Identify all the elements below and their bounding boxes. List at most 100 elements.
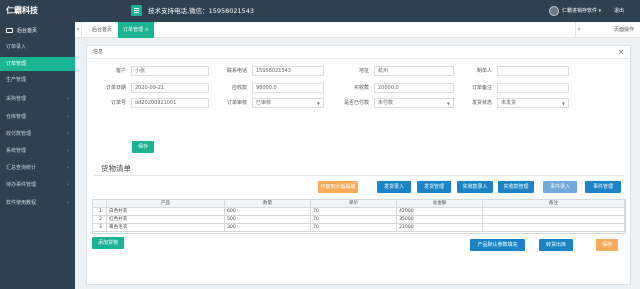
total-cell[interactable]: 21000 [397, 224, 483, 232]
note-cell[interactable] [483, 224, 625, 232]
support-title: 技术支持电话,微信：15958021543 [148, 7, 255, 15]
sidebar-item-warehouse[interactable]: 仓库管理 ‹ [0, 110, 75, 124]
product-cell[interactable]: 黄色毛衣 [107, 224, 225, 232]
phone-field[interactable]: 15958021543 [252, 66, 324, 76]
total-cell[interactable]: 35000 [397, 216, 483, 224]
chevron-down-icon: ▼ [446, 101, 450, 106]
total-cell[interactable]: 42000 [397, 208, 483, 216]
goods-title: 货物清单 [101, 164, 131, 173]
hamburger-icon [134, 12, 139, 13]
ship-status-select[interactable]: 未发货 ▼ [497, 98, 569, 108]
event-entry-button[interactable]: 事件录入 [543, 181, 577, 193]
price-cell[interactable]: 70 [311, 224, 397, 232]
dialog-title: 信息 [93, 49, 104, 55]
sidebar-item-order-management[interactable]: 订单管理 [0, 57, 75, 71]
chevron-down-icon: ▼ [561, 101, 565, 106]
top-bar: 技术支持电话,微信：15958021543 仁霸进销存软件 ▾ 退出 [75, 0, 640, 22]
hamburger-icon [134, 10, 139, 11]
table-header: 总金额 [397, 200, 483, 208]
user-name: 仁霸进销存软件 [562, 8, 598, 14]
product-cell[interactable]: 红色衬衣 [107, 216, 225, 224]
tab-home[interactable]: 后台首页 [87, 22, 117, 38]
tab-prev-button[interactable]: « [75, 22, 82, 38]
fill-default-params-button[interactable]: 产品默认参数填充 [470, 239, 525, 251]
add-goods-button[interactable]: 添加货物 [92, 237, 124, 249]
row-number: 2 [93, 216, 107, 224]
shipment-manage-button[interactable]: 发货管理 [417, 181, 451, 193]
chevron-right-icon: ‹ [67, 96, 69, 102]
sidebar-item-label: 软件使用教程 [6, 200, 37, 206]
order-no-field[interactable]: dd20200921001 [131, 98, 209, 108]
tab-bar: « 后台首页 订单管理 × » 页面操作 [75, 22, 640, 38]
sidebar-item-label: 订单录入 [6, 44, 27, 50]
sidebar-item-order-entry[interactable]: 订单录入 [0, 40, 75, 54]
section-divider [94, 175, 624, 176]
page-ops-label: 页面操作 [613, 27, 634, 33]
event-manage-button[interactable]: 事件管理 [585, 181, 621, 193]
received-field[interactable]: 20000.0 [374, 83, 454, 93]
remark-field[interactable] [497, 83, 569, 93]
price-cell[interactable]: 70 [311, 216, 397, 224]
table-header: 单价 [311, 200, 397, 208]
receipt-manage-button[interactable]: 实收款管理 [498, 181, 534, 193]
qty-cell[interactable]: 600 [225, 208, 311, 216]
sidebar-item-summary[interactable]: 汇总查询统计 ‹ [0, 161, 75, 175]
sidebar-item-label: 后台首页 [17, 28, 38, 34]
chevron-right-icon: ‹ [67, 114, 69, 120]
sidebar-item-label: 收付款管理 [6, 131, 32, 137]
table-header: 产品 [107, 200, 225, 208]
receivable-field[interactable]: 98000.0 [252, 83, 324, 93]
price-cell[interactable]: 70 [311, 208, 397, 216]
paid-select[interactable]: 未付款 ▼ [374, 98, 454, 108]
avatar[interactable] [549, 6, 559, 16]
row-number: 1 [93, 208, 107, 216]
save-button[interactable]: 保存 [596, 239, 618, 251]
tab-label: 后台首页 [92, 27, 113, 33]
product-cell[interactable]: 白色衬衣 [107, 208, 225, 216]
audit-select[interactable]: 已审核 ▼ [252, 98, 324, 108]
page-operations-menu[interactable]: 页面操作 [614, 22, 634, 38]
sidebar-item-todo[interactable]: 待办事件管理 ‹ [0, 178, 75, 192]
sidebar-item-label: 汇总查询统计 [6, 165, 37, 171]
close-icon[interactable]: × [618, 46, 624, 59]
shipment-entry-button[interactable]: 发货录入 [377, 181, 411, 193]
transfer-out-button[interactable]: 转货出库 [539, 239, 573, 251]
receipt-entry-button[interactable]: 实收款录入 [457, 181, 493, 193]
sidebar-item-label: 订单管理 [6, 61, 27, 67]
tab-next-button[interactable]: » [575, 22, 582, 38]
receivable-label: 应收款 [231, 85, 247, 91]
order-date-label: 订单日期 [105, 85, 126, 91]
sidebar-item-tutorial[interactable]: 软件使用教程 ‹ [0, 196, 75, 210]
sidebar-item-label: 系统管理 [6, 148, 27, 154]
note-cell[interactable] [483, 216, 625, 224]
entry-person-field[interactable] [497, 66, 569, 76]
sidebar-item-payments[interactable]: 收付款管理 ‹ [0, 127, 75, 141]
close-tab-icon[interactable]: × [145, 27, 149, 33]
chevron-right-icon: ‹ [67, 148, 69, 154]
sidebar-item-system[interactable]: 系统管理 ‹ [0, 144, 75, 158]
void-reminder-button[interactable]: 作废到大幅提醒 [318, 181, 358, 193]
qty-cell[interactable]: 300 [225, 224, 311, 232]
paid-value: 未付款 [378, 100, 394, 106]
sidebar-item-production[interactable]: 生产管理 [0, 73, 75, 87]
qty-cell[interactable]: 500 [225, 216, 311, 224]
note-cell[interactable] [483, 208, 625, 216]
sidebar-item-home[interactable]: 后台首页 [0, 24, 75, 38]
goods-table: 产品 数量 单价 总金额 备注 1 白色衬衣 600 70 42000 2 红色… [92, 199, 626, 234]
address-field[interactable]: 杭州 [374, 66, 454, 76]
user-menu[interactable]: 仁霸进销存软件 ▾ [562, 0, 601, 22]
table-header: 备注 [483, 200, 625, 208]
caret-down-icon: ▾ [598, 8, 602, 14]
customer-field[interactable]: 小张 [131, 66, 209, 76]
audit-label: 订单审核 [226, 100, 247, 106]
tab-order-management[interactable]: 订单管理 × [118, 22, 154, 38]
order-date-field[interactable]: 2020-09-21 [131, 83, 209, 93]
sidebar-item-purchase[interactable]: 采购管理 ‹ [0, 92, 75, 106]
logout-link[interactable]: 退出 [614, 0, 624, 22]
save-order-button[interactable]: 保存 [132, 141, 154, 153]
sidebar-item-label: 生产管理 [6, 77, 27, 83]
menu-toggle-button[interactable] [131, 5, 142, 16]
ship-status-label: 发货状态 [471, 100, 492, 106]
paid-label: 是否已付款 [343, 100, 369, 106]
tab-label: 订单管理 [123, 27, 144, 33]
